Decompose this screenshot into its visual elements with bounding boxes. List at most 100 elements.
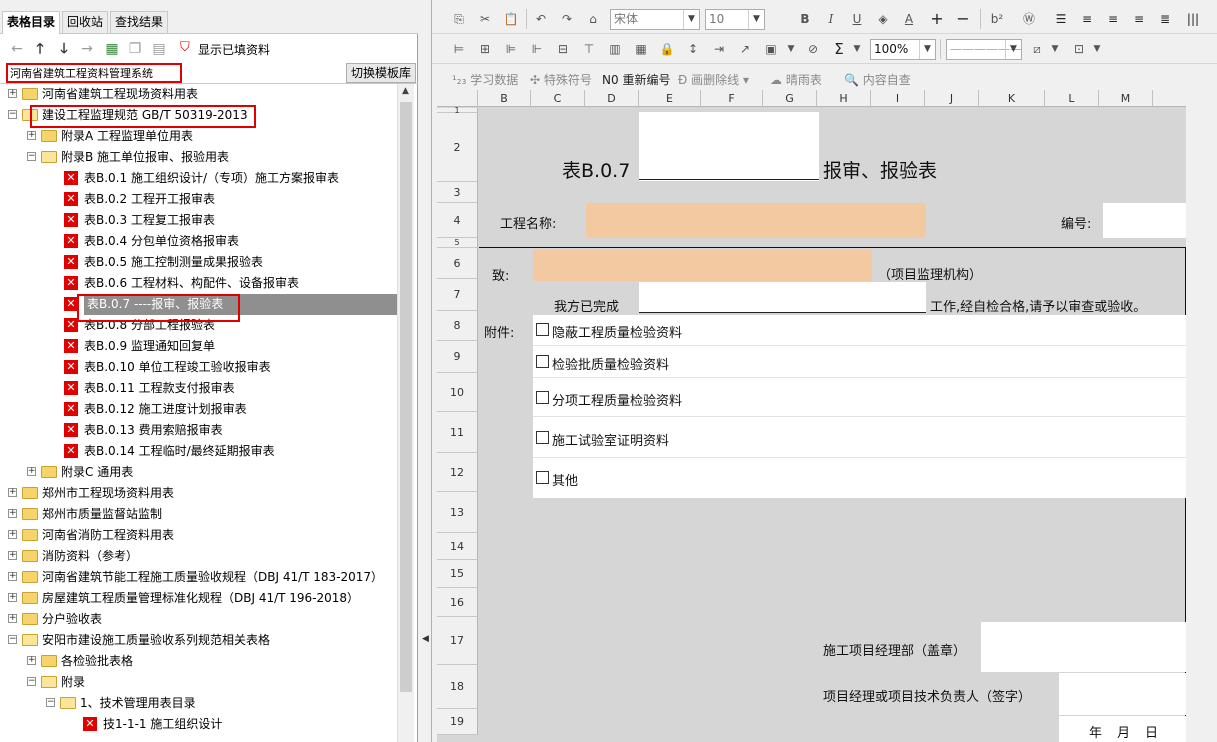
zoom-select[interactable]: 100% ▼ <box>870 39 936 60</box>
align-left-icon[interactable]: ≡ <box>1078 10 1096 28</box>
column-header[interactable]: E <box>639 90 701 107</box>
chevron-down-icon[interactable]: ▼ <box>1088 40 1106 58</box>
align-center-icon[interactable]: ≡ <box>1104 10 1122 28</box>
sum-icon[interactable]: Σ <box>830 40 848 58</box>
expand-toggle-icon[interactable]: + <box>8 572 17 581</box>
expand-toggle-icon[interactable]: − <box>46 698 55 707</box>
expand-toggle-icon[interactable]: + <box>8 488 17 497</box>
checkbox-lab-proof[interactable] <box>536 431 549 444</box>
paste-icon[interactable]: 📋 <box>502 10 520 28</box>
sign-area[interactable] <box>1059 673 1186 715</box>
copy-format-icon[interactable]: ⎘ <box>450 10 468 28</box>
row-header[interactable]: 7 <box>437 279 478 311</box>
row-header[interactable]: 19 <box>437 709 478 735</box>
expand-toggle-icon[interactable]: + <box>8 593 17 602</box>
row-header[interactable]: 5 <box>437 238 478 248</box>
delete-col-icon[interactable]: ⊤ <box>580 40 598 58</box>
row-header[interactable]: 4 <box>437 203 478 238</box>
row-header[interactable]: 17 <box>437 617 478 665</box>
row-header[interactable]: 10 <box>437 373 478 412</box>
line-spacing-icon[interactable]: ↕ <box>684 40 702 58</box>
insert-col-icon[interactable]: ⊩ <box>528 40 546 58</box>
collapse-left-icon[interactable]: ◀ <box>422 634 429 644</box>
fill-color-icon[interactable]: ◈ <box>874 10 892 28</box>
superscript-icon[interactable]: b² <box>988 10 1006 28</box>
column-header[interactable]: K <box>979 90 1045 107</box>
row-header[interactable]: 14 <box>437 533 478 560</box>
arrow-down-icon[interactable]: 🡓 <box>55 40 73 58</box>
select-all-corner[interactable] <box>437 90 478 107</box>
special-symbol-button[interactable]: ✣ 特殊符号 <box>530 71 592 88</box>
supervisor-org-input[interactable] <box>533 250 872 281</box>
column-header[interactable]: H <box>817 90 871 107</box>
scroll-thumb[interactable] <box>400 102 412 692</box>
row-header[interactable]: 9 <box>437 341 478 373</box>
format-painter-icon[interactable]: ⌂ <box>584 10 602 28</box>
tree-scrollbar[interactable]: ▲ <box>397 84 414 742</box>
arrow-right-icon[interactable]: → <box>78 40 96 58</box>
number-input[interactable] <box>1103 203 1186 238</box>
row-header[interactable]: 12 <box>437 453 478 492</box>
bold-icon[interactable]: B <box>796 10 814 28</box>
vertical-lines-icon[interactable]: ||| <box>1184 10 1202 28</box>
redo-icon[interactable]: ↷ <box>558 10 576 28</box>
text-direction-icon[interactable]: ↗ <box>736 40 754 58</box>
table-add-icon[interactable]: ▦ <box>103 40 121 58</box>
self-check-button[interactable]: 🔍 内容自查 <box>844 71 911 88</box>
align-right-icon[interactable]: ≡ <box>1130 10 1148 28</box>
font-color-icon[interactable]: A <box>900 10 918 28</box>
copy-icon[interactable]: ❐ <box>126 40 144 58</box>
row-header[interactable]: 18 <box>437 665 478 709</box>
merge-cells-icon[interactable]: ⊨ <box>450 40 468 58</box>
chevron-down-icon[interactable]: ▼ <box>848 40 866 58</box>
row-header[interactable]: 11 <box>437 412 478 453</box>
tab-search-results[interactable]: 查找结果 <box>110 11 169 33</box>
plus-icon[interactable]: + <box>928 10 946 28</box>
distributed-icon[interactable]: ≣ <box>1156 10 1174 28</box>
checkbox-inspection-lot[interactable] <box>536 355 549 368</box>
cut-icon[interactable]: ✂ <box>476 10 494 28</box>
row-height-icon[interactable]: ▥ <box>606 40 624 58</box>
show-filled-toggle[interactable]: 显示已填资料 <box>198 41 270 58</box>
expand-toggle-icon[interactable]: + <box>8 509 17 518</box>
checkbox-subitem[interactable] <box>536 391 549 404</box>
insert-row-icon[interactable]: ⊫ <box>502 40 520 58</box>
lock-icon[interactable]: 🔒 <box>658 40 676 58</box>
line-style-select[interactable]: —————— ▼ <box>946 39 1022 60</box>
column-header[interactable]: L <box>1045 90 1099 107</box>
column-header[interactable]: G <box>763 90 817 107</box>
expand-toggle-icon[interactable]: + <box>8 551 17 560</box>
filter-icon[interactable]: ⛉ <box>180 41 194 55</box>
expand-toggle-icon[interactable]: − <box>27 152 36 161</box>
column-header[interactable]: M <box>1099 90 1153 107</box>
renumber-button[interactable]: N0 重新编号 <box>602 71 670 88</box>
expand-toggle-icon[interactable]: − <box>27 677 36 686</box>
indent-icon[interactable]: ⇥ <box>710 40 728 58</box>
row-header[interactable]: 3 <box>437 182 478 203</box>
row-header[interactable]: 15 <box>437 560 478 588</box>
table-icon[interactable]: ▤ <box>150 40 168 58</box>
expand-toggle-icon[interactable]: − <box>8 110 17 119</box>
font-size-select[interactable]: 10 ▼ <box>705 9 765 30</box>
weather-button[interactable]: ☁ 晴雨表 <box>770 71 822 88</box>
column-header[interactable]: I <box>871 90 925 107</box>
checkbox-hidden-works[interactable] <box>536 323 549 336</box>
tab-catalog[interactable]: 表格目录 <box>2 11 61 34</box>
column-header[interactable]: B <box>478 90 531 107</box>
title-input[interactable] <box>639 112 819 181</box>
expand-toggle-icon[interactable]: + <box>27 467 36 476</box>
delete-row-icon[interactable]: ⊟ <box>554 40 572 58</box>
checkbox-other[interactable] <box>536 471 549 484</box>
done-work-input[interactable] <box>639 282 926 313</box>
align-justify-icon[interactable]: ☰ <box>1052 10 1070 28</box>
row-header[interactable]: 8 <box>437 311 478 341</box>
expand-toggle-icon[interactable]: − <box>8 635 17 644</box>
chevron-down-icon[interactable]: ▼ <box>1046 40 1064 58</box>
study-data-button[interactable]: ¹₂₃ 学习数据 <box>452 71 518 88</box>
column-header[interactable]: F <box>701 90 763 107</box>
font-name-select[interactable]: 宋体 ▼ <box>610 9 700 30</box>
row-header[interactable]: 6 <box>437 248 478 279</box>
switch-template-button[interactable]: 切换模板库 <box>346 63 416 83</box>
strike-line-button[interactable]: Ð 画删除线 ▾ <box>678 71 749 88</box>
picture-icon[interactable]: ▣ <box>762 40 780 58</box>
